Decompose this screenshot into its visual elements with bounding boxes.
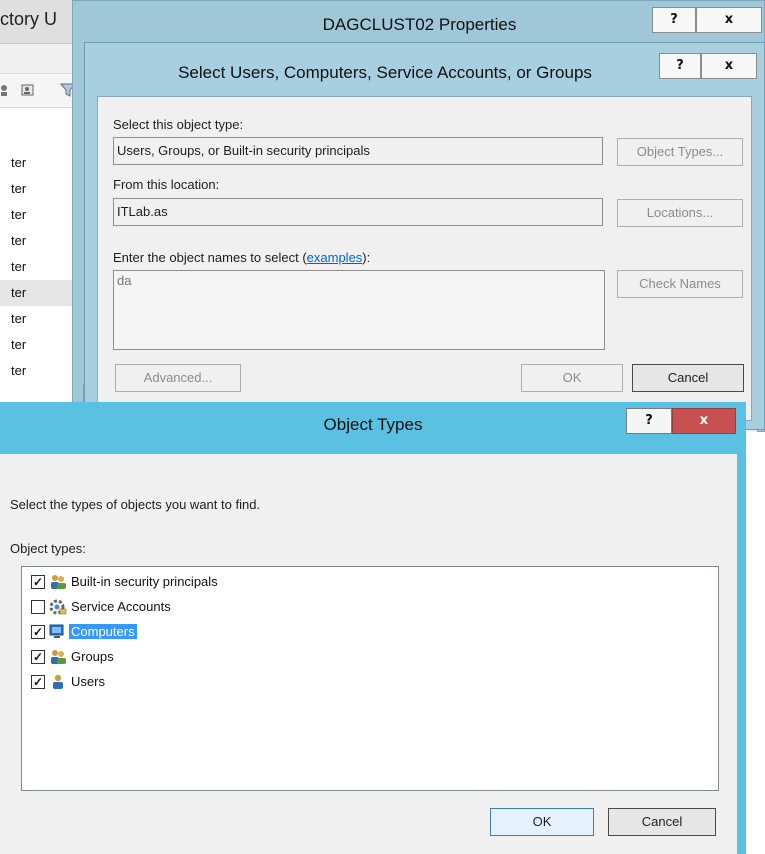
object-types-help-button[interactable]: ?	[626, 408, 672, 434]
users-checkbox[interactable]: ✓	[31, 675, 45, 689]
list-item[interactable]: ter	[0, 228, 80, 254]
object-types-close-button[interactable]: x	[672, 408, 736, 434]
select-dialog-title: Select Users, Computers, Service Account…	[178, 63, 592, 82]
object-types-list[interactable]: ✓ Built-in security principals Service A…	[21, 566, 719, 791]
object-types-ok-button[interactable]: OK	[490, 808, 594, 836]
object-type-label: Groups	[71, 649, 114, 664]
list-item[interactable]: ter	[0, 306, 80, 332]
select-help-button[interactable]: ?	[659, 53, 701, 79]
user-icon	[53, 674, 63, 689]
service-accounts-checkbox[interactable]	[31, 600, 45, 614]
check-names-button[interactable]: Check Names	[617, 270, 743, 298]
service-gear-icon	[49, 599, 67, 615]
computers-checkbox[interactable]: ✓	[31, 625, 45, 639]
computer-icon	[49, 624, 64, 638]
object-names-label-suffix: ):	[362, 250, 371, 265]
ok-button[interactable]: OK	[521, 364, 623, 392]
object-names-input[interactable]: da	[113, 270, 605, 350]
select-close-button[interactable]: x	[701, 53, 757, 79]
object-type-item-service-accounts[interactable]: Service Accounts	[31, 596, 331, 618]
ad-object-list: ter ter ter ter ter ter ter ter ter	[0, 108, 80, 432]
location-field: ITLab.as	[113, 198, 603, 226]
object-types-cancel-button[interactable]: Cancel	[608, 808, 716, 836]
locations-button[interactable]: Locations...	[617, 199, 743, 227]
users-group-icon	[51, 650, 66, 664]
object-names-label: Enter the object names to select (exampl…	[113, 250, 370, 265]
object-type-label: Select this object type:	[113, 117, 244, 132]
users-group-icon	[51, 575, 66, 589]
toolbar-users-icon[interactable]	[0, 82, 16, 98]
object-types-list-label: Object types:	[10, 541, 86, 556]
ad-window-title: ctory U	[0, 9, 58, 29]
object-type-item-computers[interactable]: ✓ Computers	[31, 621, 331, 643]
list-item[interactable]: ter	[0, 254, 80, 280]
advanced-button[interactable]: Advanced...	[115, 364, 241, 392]
object-type-label: Service Accounts	[71, 599, 171, 614]
object-types-button[interactable]: Object Types...	[617, 138, 743, 166]
location-label: From this location:	[113, 177, 220, 192]
properties-close-button[interactable]: x	[696, 7, 762, 33]
properties-help-button[interactable]: ?	[652, 7, 696, 33]
object-type-field: Users, Groups, or Built-in security prin…	[113, 137, 603, 165]
list-item[interactable]: ter	[0, 176, 80, 202]
select-dialog-client: Select this object type: Users, Groups, …	[97, 96, 752, 421]
list-item[interactable]: ter	[0, 202, 80, 228]
object-types-dialog: Object Types ? x Select the types of obj…	[0, 402, 746, 854]
object-types-instruction: Select the types of objects you want to …	[10, 497, 261, 512]
object-names-label-text: Enter the object names to select (	[113, 250, 307, 265]
list-item[interactable]: ter	[0, 358, 80, 384]
list-item[interactable]: ter	[0, 150, 80, 176]
object-type-item-groups[interactable]: ✓ Groups	[31, 646, 331, 668]
object-type-item-users[interactable]: ✓ Users	[31, 671, 331, 693]
cancel-button[interactable]: Cancel	[632, 364, 744, 392]
list-item[interactable]: ter	[0, 332, 80, 358]
object-type-item-builtin[interactable]: ✓ Built-in security principals	[31, 571, 331, 593]
object-type-label: Users	[71, 674, 105, 689]
object-type-label: Built-in security principals	[71, 574, 218, 589]
examples-link[interactable]: examples	[307, 250, 363, 265]
list-item[interactable]: ter	[0, 280, 80, 306]
toolbar-group-icon[interactable]	[20, 82, 36, 98]
ad-titlebar: ctory U	[0, 0, 80, 44]
ad-users-computers-window: ctory U ter ter ter ter ter ter ter ter …	[0, 0, 80, 432]
builtin-checkbox[interactable]: ✓	[31, 575, 45, 589]
groups-checkbox[interactable]: ✓	[31, 650, 45, 664]
select-objects-dialog: Select Users, Computers, Service Account…	[84, 42, 765, 430]
object-type-label: Computers	[69, 624, 137, 639]
ad-menubar	[0, 44, 80, 74]
